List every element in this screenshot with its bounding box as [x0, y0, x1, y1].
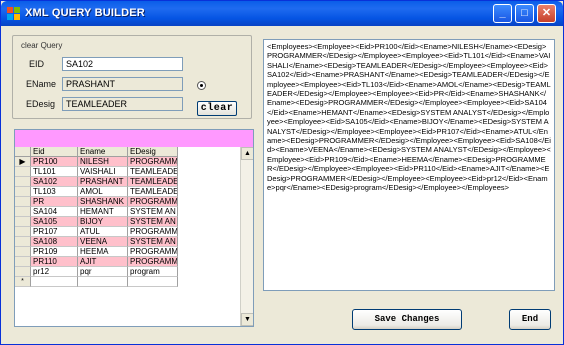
cell-edesig[interactable]: PROGRAMM [128, 157, 178, 167]
cell-eid[interactable]: PR109 [31, 247, 78, 257]
cell-ename[interactable]: AMOL [78, 187, 128, 197]
maximize-button[interactable]: □ [515, 4, 534, 23]
cell-eid[interactable]: SA105 [31, 217, 78, 227]
new-row[interactable]: * [15, 277, 178, 287]
cell-edesig[interactable]: PROGRAMM [128, 227, 178, 237]
edesig-label: EDesig [26, 99, 56, 109]
row-header[interactable] [15, 177, 31, 187]
cell-eid[interactable]: pr12 [31, 267, 78, 277]
table-row[interactable]: PR107 ATUL PROGRAMM [15, 227, 178, 237]
new-row-cell[interactable] [128, 277, 178, 287]
group-title: clear Query [20, 41, 64, 50]
app-icon [7, 7, 20, 20]
row-header[interactable] [15, 197, 31, 207]
xml-query-builder-window: XML QUERY BUILDER _ □ ✕ clear Query EID … [0, 0, 564, 345]
column-header-ename[interactable]: Ename [78, 147, 128, 157]
row-header[interactable] [15, 207, 31, 217]
xml-output-textbox[interactable]: <Employees><Employee><Eid>PR100</Eid><En… [263, 39, 555, 291]
cell-ename[interactable]: ATUL [78, 227, 128, 237]
table-row[interactable]: SA104 HEMANT SYSTEM AN [15, 207, 178, 217]
cell-edesig[interactable]: SYSTEM AN [128, 237, 178, 247]
grid-header: Eid Ename EDesig [15, 147, 178, 157]
end-button[interactable]: End [509, 309, 551, 330]
eid-label: EID [29, 59, 45, 69]
cell-edesig[interactable]: PROGRAMM [128, 247, 178, 257]
cell-ename[interactable]: NILESH [78, 157, 128, 167]
cell-ename[interactable]: HEMANT [78, 207, 128, 217]
grid-rows: ▶ PR100 NILESH PROGRAMM TL101 VAISHALI TEAMLEA… [15, 157, 178, 287]
ename-field[interactable]: PRASHANT [62, 77, 183, 91]
cell-edesig[interactable]: TEAMLEADE [128, 167, 178, 177]
table-row[interactable]: SA105 BIJOY SYSTEM AN [15, 217, 178, 227]
table-row[interactable]: PR110 AJIT PROGRAMM [15, 257, 178, 267]
cell-eid[interactable]: PR110 [31, 257, 78, 267]
table-row[interactable]: SA102 PRASHANT TEAMLEADE [15, 177, 178, 187]
column-header-eid[interactable]: Eid [31, 147, 78, 157]
cell-ename[interactable]: BIJOY [78, 217, 128, 227]
row-header[interactable] [15, 247, 31, 257]
save-changes-button[interactable]: Save Changes [352, 309, 462, 330]
new-row-cell[interactable] [31, 277, 78, 287]
cell-edesig[interactable]: program [128, 267, 178, 277]
close-button[interactable]: ✕ [537, 4, 556, 23]
title-bar[interactable]: XML QUERY BUILDER _ □ ✕ [1, 1, 563, 26]
clear-button[interactable]: clear [197, 101, 237, 116]
cell-eid[interactable]: PR107 [31, 227, 78, 237]
new-row-marker: * [15, 277, 31, 287]
eid-field[interactable]: SA102 [62, 57, 183, 71]
table-row[interactable]: pr12 pqr program [15, 267, 178, 277]
cell-eid[interactable]: PR [31, 197, 78, 207]
cell-ename[interactable]: VAISHALI [78, 167, 128, 177]
cell-eid[interactable]: SA108 [31, 237, 78, 247]
row-header-corner [15, 147, 31, 157]
cell-eid[interactable]: TL101 [31, 167, 78, 177]
cell-edesig[interactable]: SYSTEM AN [128, 207, 178, 217]
cell-eid[interactable]: PR100 [31, 157, 78, 167]
table-row[interactable]: SA108 VEENA SYSTEM AN [15, 237, 178, 247]
row-header[interactable] [15, 167, 31, 177]
cell-ename[interactable]: SHASHANK [78, 197, 128, 207]
cell-eid[interactable]: SA104 [31, 207, 78, 217]
cell-edesig[interactable]: TEAMLEADE [128, 187, 178, 197]
cell-ename[interactable]: AJIT [78, 257, 128, 267]
row-header[interactable] [15, 257, 31, 267]
cell-ename[interactable]: VEENA [78, 237, 128, 247]
cell-edesig[interactable]: PROGRAMM [128, 257, 178, 267]
table-row[interactable]: PR109 HEEMA PROGRAMM [15, 247, 178, 257]
cell-edesig[interactable]: PROGRAMM [128, 197, 178, 207]
window-title: XML QUERY BUILDER [25, 7, 145, 19]
cell-edesig[interactable]: SYSTEM AN [128, 217, 178, 227]
cell-ename[interactable]: HEEMA [78, 247, 128, 257]
ename-label: EName [26, 79, 57, 89]
table-row[interactable]: TL101 VAISHALI TEAMLEADE [15, 167, 178, 177]
table-row[interactable]: TL103 AMOL TEAMLEADE [15, 187, 178, 197]
grid-vertical-scrollbar[interactable]: ▲ ▼ [240, 147, 253, 326]
table-row[interactable]: PR SHASHANK PROGRAMM [15, 197, 178, 207]
scroll-down-arrow-icon[interactable]: ▼ [241, 313, 253, 326]
cell-eid[interactable]: SA102 [31, 177, 78, 187]
minimize-button[interactable]: _ [493, 4, 512, 23]
grid-caption [15, 130, 253, 147]
cell-ename[interactable]: pqr [78, 267, 128, 277]
select-radio[interactable] [197, 81, 206, 90]
scroll-up-arrow-icon[interactable]: ▲ [241, 147, 253, 160]
new-row-cell[interactable] [78, 277, 128, 287]
row-header[interactable]: ▶ [15, 157, 31, 167]
edesig-field[interactable]: TEAMLEADER [62, 97, 183, 111]
row-header[interactable] [15, 217, 31, 227]
table-row[interactable]: ▶ PR100 NILESH PROGRAMM [15, 157, 178, 167]
cell-ename[interactable]: PRASHANT [78, 177, 128, 187]
employee-grid[interactable]: Eid Ename EDesig ▶ PR100 NILESH PROGRAMM TL1… [14, 129, 254, 327]
column-header-edesig[interactable]: EDesig [128, 147, 178, 157]
xml-output-text: <Employees><Employee><Eid>PR100</Eid><En… [267, 42, 551, 193]
row-header[interactable] [15, 227, 31, 237]
row-header[interactable] [15, 187, 31, 197]
row-header[interactable] [15, 267, 31, 277]
cell-edesig[interactable]: TEAMLEADE [128, 177, 178, 187]
cell-eid[interactable]: TL103 [31, 187, 78, 197]
row-header[interactable] [15, 237, 31, 247]
